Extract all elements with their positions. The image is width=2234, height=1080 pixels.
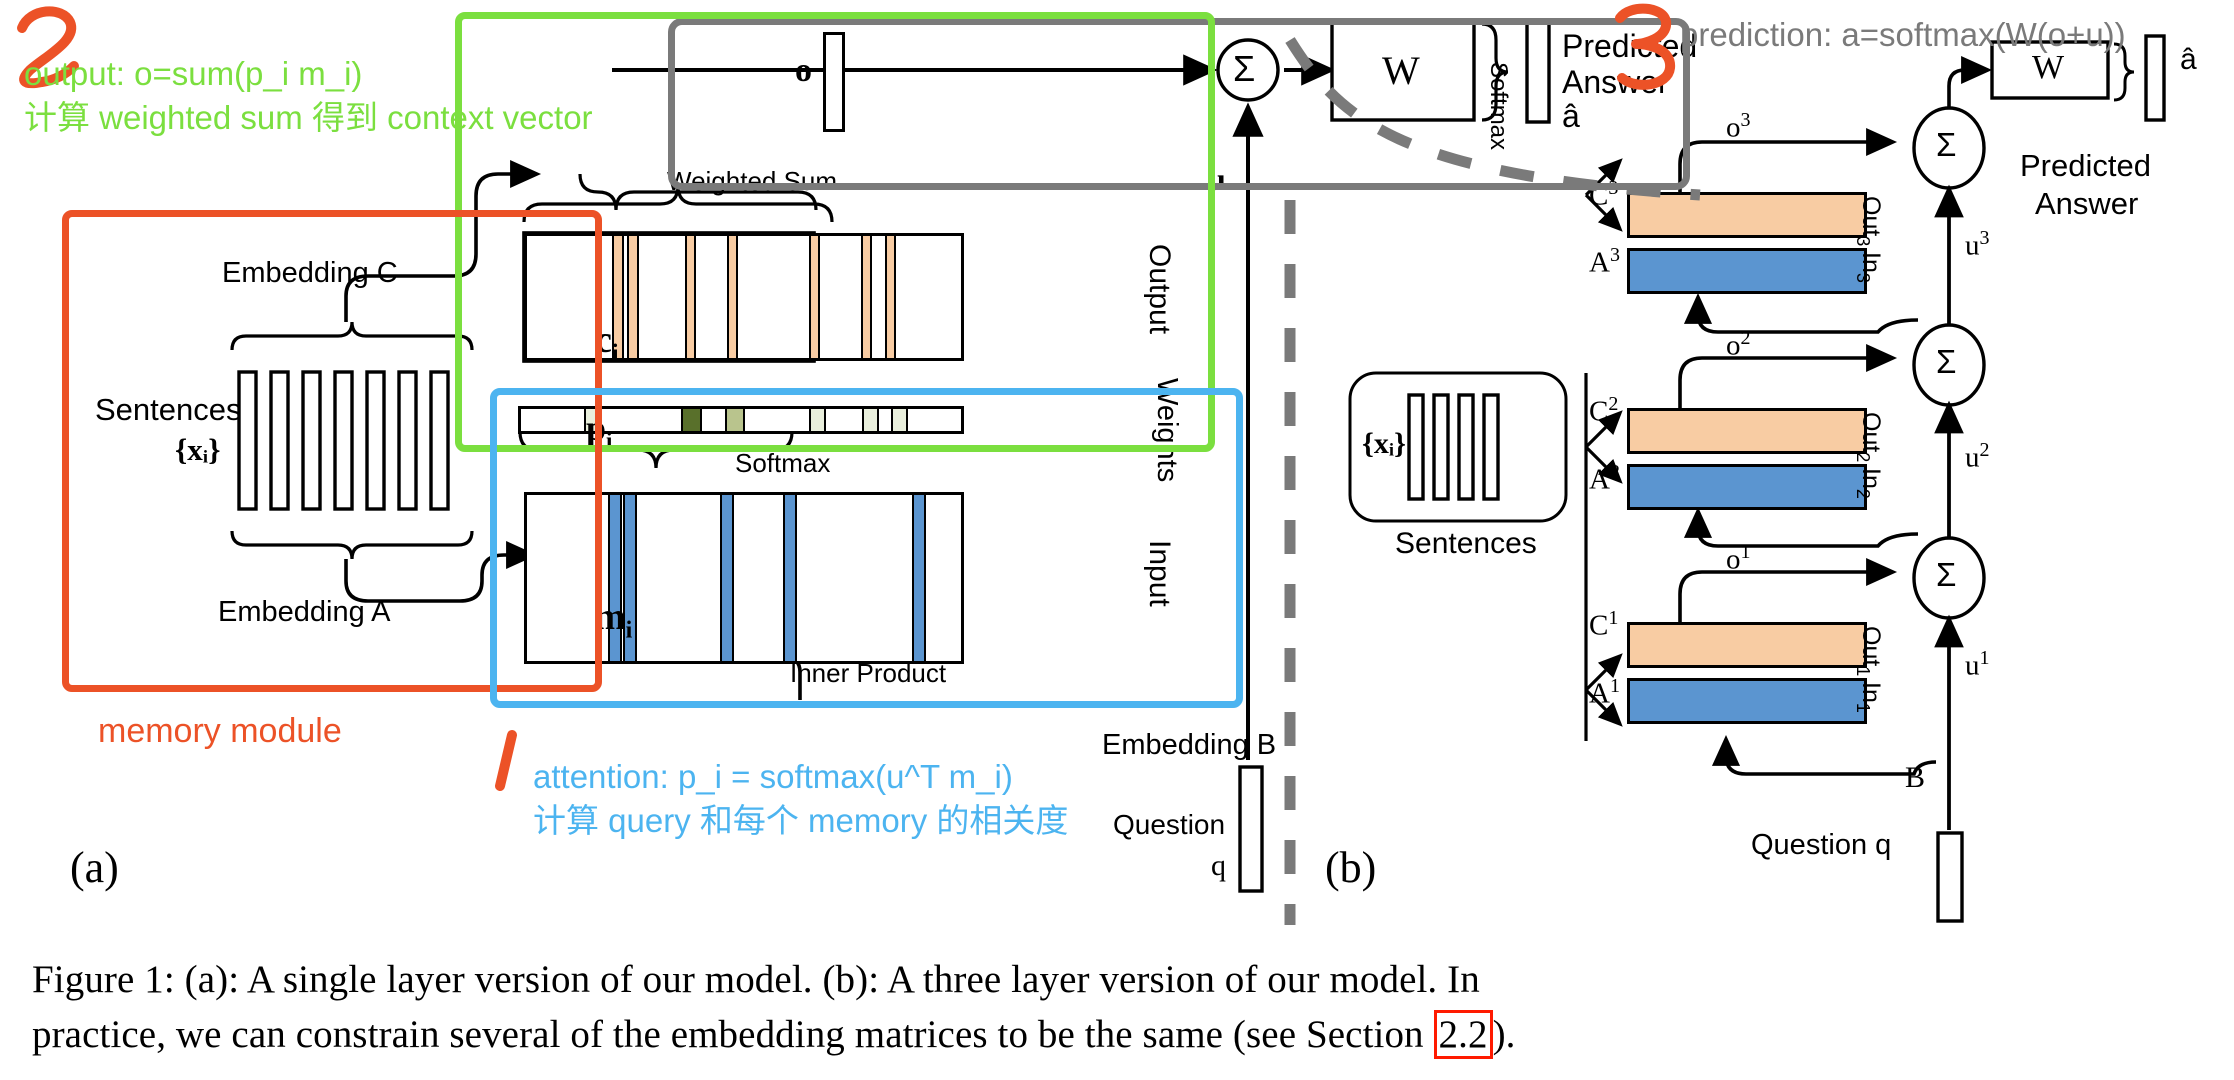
annotation-blue-line2: 计算 query 和每个 memory 的相关度 [533,802,1069,839]
caption-section-link[interactable]: 2.2 [1433,1010,1493,1059]
annotation-blue-line1: attention: p_i = softmax(u^T m_i) [533,758,1013,795]
figure-caption-line2: practice, we can constrain several of th… [32,1010,2212,1060]
caption-line2-post: ). [1492,1013,1516,1056]
figure-root: Sentences {xᵢ} Embedding C Embedding A E… [0,0,2234,1080]
annotation-orange-memory-module: memory module [98,712,342,750]
handdrawn-markers [17,3,1675,791]
annotation-green-line2: 计算 weighted sum 得到 context vector [24,99,593,136]
annotation-gray-prediction: prediction: a=softmax(W(o+u)) [1680,16,2126,53]
caption-line2-pre: practice, we can constrain several of th… [32,1013,1434,1056]
annotation-green-line1: output: o=sum(p_i m_i) [24,55,363,92]
figure-caption-line1: Figure 1: (a): A single layer version of… [32,958,1480,1001]
